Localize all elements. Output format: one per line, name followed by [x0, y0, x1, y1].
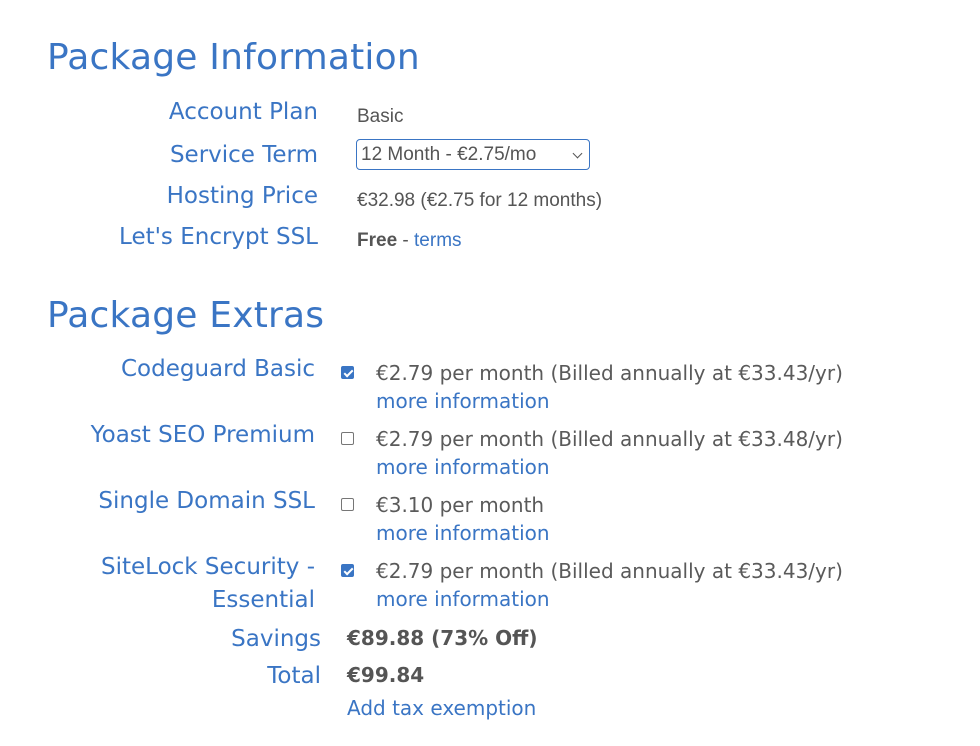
sitelock-checkbox[interactable]: [341, 564, 354, 577]
extra-label-codeguard: Codeguard Basic: [120, 356, 315, 382]
extra-label-sitelock-line1: SiteLock Security -: [101, 554, 315, 580]
add-tax-exemption-link[interactable]: Add tax exemption: [347, 696, 536, 720]
total-label: Total: [267, 663, 321, 689]
sitelock-more-info-link[interactable]: more information: [376, 587, 550, 611]
service-term-label: Service Term: [169, 142, 318, 168]
single-domain-ssl-price: €3.10 per month: [376, 493, 545, 517]
account-plan-value: Basic: [357, 106, 404, 127]
codeguard-more-info-link[interactable]: more information: [376, 389, 550, 413]
extra-label-single-domain-ssl: Single Domain SSL: [98, 488, 315, 514]
codeguard-price: €2.79 per month (Billed annually at €33.…: [376, 361, 843, 385]
ssl-separator: -: [397, 230, 415, 251]
yoast-more-info-link[interactable]: more information: [376, 455, 550, 479]
extra-label-sitelock-line2: Essential: [211, 587, 315, 613]
sitelock-price: €2.79 per month (Billed annually at €33.…: [376, 559, 843, 583]
ssl-terms-link[interactable]: terms: [414, 230, 462, 251]
savings-label: Savings: [231, 626, 321, 652]
single-domain-ssl-checkbox[interactable]: [341, 498, 354, 511]
single-domain-ssl-more-info-link[interactable]: more information: [376, 521, 550, 545]
package-extras-heading: Package Extras: [47, 295, 325, 336]
hosting-price-label: Hosting Price: [166, 183, 318, 209]
package-information-heading: Package Information: [47, 37, 420, 78]
service-term-select[interactable]: 12 Month - €2.75/mo: [356, 139, 590, 170]
ssl-free-text: Free: [357, 230, 398, 251]
account-plan-label: Account Plan: [168, 99, 318, 125]
total-value: €99.84: [347, 663, 425, 687]
yoast-checkbox[interactable]: [341, 432, 354, 445]
extra-label-yoast: Yoast SEO Premium: [90, 422, 315, 448]
ssl-value: Free - terms: [357, 230, 462, 252]
hosting-price-value: €32.98 (€2.75 for 12 months): [357, 190, 603, 211]
codeguard-checkbox[interactable]: [341, 366, 354, 379]
yoast-price: €2.79 per month (Billed annually at €33.…: [376, 427, 843, 451]
savings-value: €89.88 (73% Off): [347, 626, 538, 650]
ssl-label: Let's Encrypt SSL: [119, 224, 318, 250]
